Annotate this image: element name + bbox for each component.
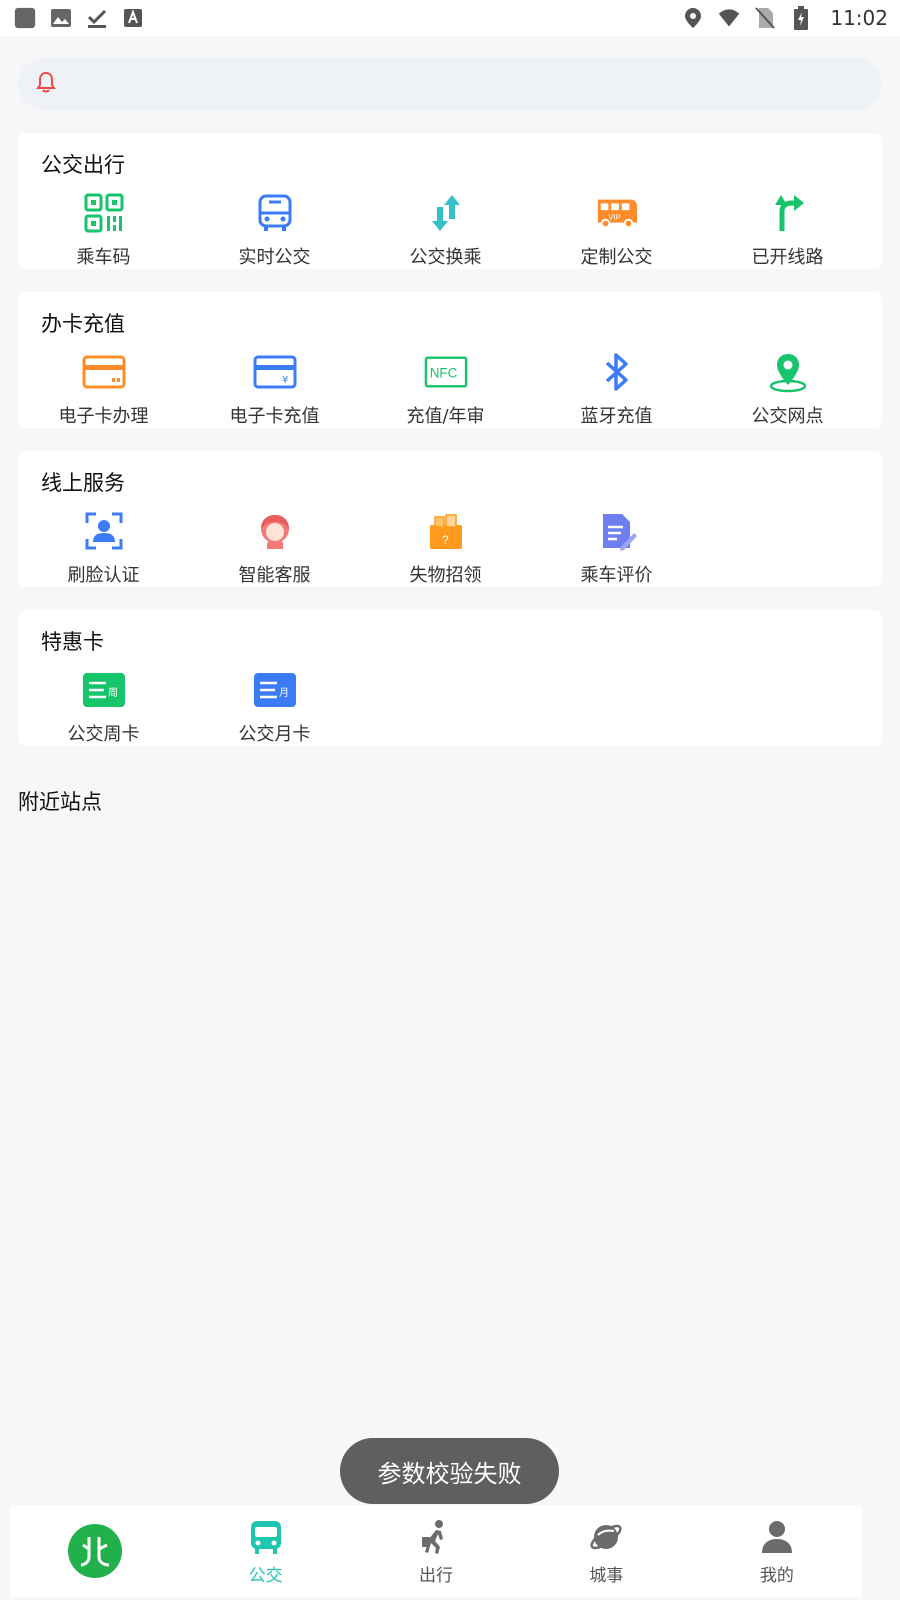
grid-item-label: 公交换乘: [409, 247, 482, 268]
toast-message: 参数校验失败: [340, 1438, 559, 1504]
card-icon: [82, 350, 126, 394]
app-icon: [14, 7, 36, 29]
grid-item-label: 智能客服: [238, 565, 311, 586]
grid-item-ride-review[interactable]: 乘车评价: [531, 509, 702, 587]
grid-item-label: 实时公交: [238, 247, 311, 268]
grid-item-transfer[interactable]: 公交换乘: [360, 191, 531, 269]
grid-item-weekly-card[interactable]: 周 公交周卡: [18, 668, 189, 746]
nfc-icon: NFC: [424, 350, 468, 394]
svg-text:VIP: VIP: [608, 213, 620, 222]
grid-item-label: 公交网点: [751, 406, 824, 427]
grid-item-monthly-card[interactable]: 月 公交月卡: [189, 668, 360, 746]
section-bus-travel: 公交出行 乘车码 实时公交 公交换乘 VIP 定制公交 已开线路: [18, 133, 882, 269]
monthly-card-badge: 月: [279, 687, 289, 699]
nav-item-city-affairs[interactable]: 城事: [521, 1505, 691, 1597]
grid-item-smart-service[interactable]: 智能客服: [189, 509, 360, 587]
svg-text:NFC: NFC: [429, 366, 457, 381]
section-title: 公交出行: [41, 153, 125, 177]
section-discount-cards: 特惠卡 周 公交周卡 月 公交月卡: [18, 610, 882, 746]
grid-item-label: 公交周卡: [67, 724, 140, 745]
status-bar-right: 11:02: [682, 6, 888, 30]
grid-item-custom-bus[interactable]: VIP 定制公交: [531, 191, 702, 269]
grid-item-ecard-recharge[interactable]: ¥ 电子卡充值: [189, 350, 360, 428]
qr-code-icon: [82, 191, 126, 235]
grid-item-bluetooth-recharge[interactable]: 蓝牙充值: [531, 350, 702, 428]
grid-item-label: 充值/年审: [406, 406, 485, 427]
status-bar: 11:02: [0, 0, 900, 36]
app-logo-icon: [68, 1524, 123, 1578]
lost-found-icon: ?: [424, 509, 468, 553]
grid-item-label: 公交月卡: [238, 724, 311, 745]
nav-item-travel[interactable]: 出行: [351, 1505, 521, 1597]
notice-bar[interactable]: [18, 58, 882, 110]
status-bar-left: [14, 7, 144, 29]
status-time: 11:02: [830, 6, 888, 30]
nearby-stations-title: 附近站点: [18, 790, 102, 814]
nav-item-label: 我的: [759, 1565, 794, 1586]
grid-item-open-routes[interactable]: 已开线路: [702, 191, 873, 269]
nav-item-home-logo[interactable]: [10, 1505, 180, 1597]
grid-item-realtime-bus[interactable]: 实时公交: [189, 191, 360, 269]
transfer-arrows-icon: [424, 191, 468, 235]
bus-nav-icon: [246, 1517, 286, 1557]
grid-item-lost-found[interactable]: ? 失物招领: [360, 509, 531, 587]
section-title: 特惠卡: [41, 630, 104, 654]
download-done-icon: [86, 7, 108, 29]
grid-item-bus-outlets[interactable]: 公交网点: [702, 350, 873, 428]
section-grid: 电子卡办理 ¥ 电子卡充值 NFC 充值/年审 蓝牙充值 公交网点: [18, 350, 882, 428]
planet-icon: [586, 1517, 626, 1557]
vip-bus-icon: VIP: [595, 191, 639, 235]
grid-item-label: 乘车评价: [580, 565, 653, 586]
grid-item-face-auth[interactable]: 刷脸认证: [18, 509, 189, 587]
bottom-nav: 公交 出行 城事 我的: [10, 1505, 862, 1597]
nav-item-mine[interactable]: 我的: [692, 1505, 862, 1597]
section-grid: 乘车码 实时公交 公交换乘 VIP 定制公交 已开线路: [18, 191, 882, 269]
person-icon: [757, 1517, 797, 1557]
grid-item-label: 刷脸认证: [67, 565, 140, 586]
grid-item-label: 已开线路: [751, 247, 824, 268]
battery-charging-icon: [790, 6, 812, 30]
monthly-card-icon: 月: [253, 668, 297, 712]
grid-item-label: 电子卡充值: [229, 406, 320, 427]
nav-item-label: 公交: [248, 1565, 283, 1586]
section-title: 办卡充值: [41, 312, 125, 336]
grid-item-label: 乘车码: [76, 247, 131, 268]
customer-service-icon: [253, 509, 297, 553]
image-icon: [50, 7, 72, 29]
svg-text:?: ?: [442, 533, 449, 547]
weekly-card-icon: 周: [82, 668, 126, 712]
grid-item-nfc-recharge[interactable]: NFC 充值/年审: [360, 350, 531, 428]
grid-item-ride-code[interactable]: 乘车码: [18, 191, 189, 269]
section-online-services: 线上服务 刷脸认证 智能客服 ? 失物招领 乘车评价: [18, 451, 882, 587]
section-card-recharge: 办卡充值 电子卡办理 ¥ 电子卡充值 NFC 充值/年审 蓝牙充值 公交网点: [18, 292, 882, 428]
grid-item-label: 定制公交: [580, 247, 653, 268]
face-scan-icon: [82, 509, 126, 553]
weekly-card-badge: 周: [108, 687, 118, 699]
bluetooth-icon: [595, 350, 639, 394]
map-pin-icon: [766, 350, 810, 394]
nav-item-bus[interactable]: 公交: [180, 1505, 350, 1597]
bus-icon: [253, 191, 297, 235]
svg-text:¥: ¥: [282, 375, 288, 386]
wifi-icon: [718, 7, 740, 29]
location-icon: [682, 7, 704, 29]
bell-icon: [36, 71, 56, 97]
route-arrow-icon: [766, 191, 810, 235]
grid-item-label: 失物招领: [409, 565, 482, 586]
grid-item-label: 蓝牙充值: [580, 406, 653, 427]
section-title: 线上服务: [41, 471, 125, 495]
nav-item-label: 出行: [419, 1565, 454, 1586]
card-yen-icon: ¥: [253, 350, 297, 394]
grid-item-label: 电子卡办理: [58, 406, 149, 427]
no-sim-icon: [754, 7, 776, 29]
section-grid: 刷脸认证 智能客服 ? 失物招领 乘车评价: [18, 509, 882, 587]
section-grid: 周 公交周卡 月 公交月卡: [18, 668, 882, 746]
nav-item-label: 城事: [589, 1565, 624, 1586]
walking-traveler-icon: [416, 1517, 456, 1557]
review-document-icon: [595, 509, 639, 553]
grid-item-ecard-apply[interactable]: 电子卡办理: [18, 350, 189, 428]
font-icon: [122, 7, 144, 29]
